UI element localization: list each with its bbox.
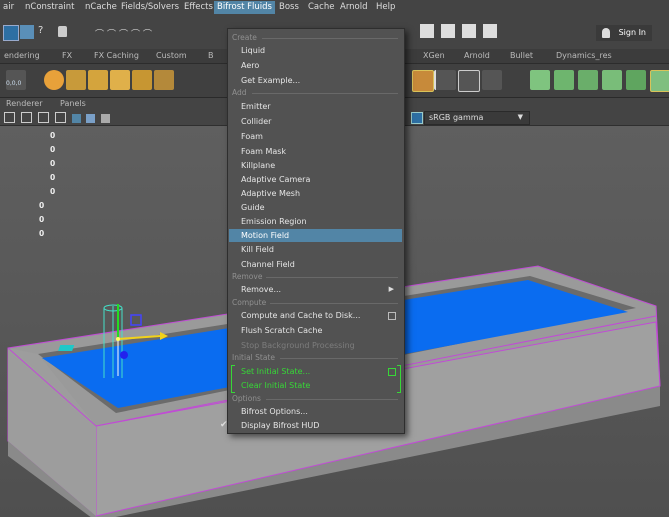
- collider-icon[interactable]: [88, 70, 108, 90]
- bullet-solver-icon[interactable]: [650, 70, 669, 92]
- menu-item-channel-field[interactable]: Channel Field: [229, 258, 402, 271]
- render-icon[interactable]: [20, 25, 34, 39]
- menu-ncache[interactable]: nCache: [82, 1, 120, 14]
- menu-item-guide[interactable]: Guide: [229, 201, 402, 214]
- menu-item-kill-field[interactable]: Kill Field: [229, 243, 402, 256]
- option-box-icon[interactable]: [388, 312, 396, 320]
- panel-tool-icons[interactable]: [4, 112, 214, 123]
- lock-icon[interactable]: [58, 26, 67, 37]
- menu-item-motion-field[interactable]: Motion Field: [229, 229, 402, 242]
- section-compute: Compute: [232, 298, 267, 307]
- submenu-arrow-icon: ▶: [388, 285, 394, 293]
- area-light-icon[interactable]: [458, 70, 480, 92]
- menu-item-get-example[interactable]: Get Example...: [229, 74, 402, 87]
- menu-item-stop-background: Stop Background Processing: [241, 341, 355, 350]
- killplane-icon[interactable]: [132, 70, 152, 90]
- section-options: Options: [232, 394, 261, 403]
- menu-arnold[interactable]: Arnold: [337, 1, 371, 14]
- menu-item-remove[interactable]: Remove... ▶: [229, 283, 402, 296]
- render-view-icons[interactable]: [420, 24, 520, 40]
- sign-in-button[interactable]: Sign In: [596, 25, 652, 41]
- section-initial-state: Initial State: [232, 353, 275, 362]
- vertex-icon[interactable]: 0,0,0: [6, 70, 26, 90]
- bullet-passive-icon[interactable]: [554, 70, 574, 90]
- arnold-render-icon[interactable]: [412, 70, 434, 92]
- sign-in-label: Sign In: [618, 28, 646, 37]
- tab-fx-caching[interactable]: FX Caching: [90, 50, 143, 62]
- panel-menu-renderer[interactable]: Renderer: [2, 98, 47, 110]
- section-add: Add: [232, 88, 247, 97]
- menu-hair[interactable]: air: [0, 1, 17, 14]
- section-create: Create: [232, 33, 257, 42]
- menu-item-killplane[interactable]: Killplane: [229, 159, 402, 172]
- bracket-right-icon: [397, 365, 401, 393]
- menu-help[interactable]: Help: [373, 1, 398, 14]
- menu-item-emitter[interactable]: Emitter: [229, 100, 402, 113]
- light-icon[interactable]: [434, 70, 456, 90]
- guide-icon[interactable]: [154, 70, 174, 90]
- tab-bullet[interactable]: Bullet: [506, 50, 537, 62]
- snap-icons[interactable]: ⌒⌒⌒⌒⌒: [95, 27, 215, 40]
- bracket-left-icon: [231, 365, 235, 393]
- divider: [262, 38, 398, 39]
- color-space-icon[interactable]: [411, 112, 423, 124]
- help-icon[interactable]: ?: [38, 25, 50, 39]
- menu-item-adaptive-camera[interactable]: Adaptive Camera: [229, 173, 402, 186]
- menu-item-compute-cache[interactable]: Compute and Cache to Disk...: [229, 309, 402, 322]
- color-space-value: sRGB gamma: [429, 113, 484, 122]
- menu-item-display-hud-label: Display Bifrost HUD: [241, 421, 320, 430]
- menu-fields-solvers[interactable]: Fields/Solvers: [118, 1, 182, 14]
- tab-b[interactable]: B: [204, 50, 218, 62]
- sky-icon[interactable]: [482, 70, 502, 90]
- menu-item-foam-mask[interactable]: Foam Mask: [229, 145, 402, 158]
- divider: [270, 303, 398, 304]
- menu-item-adaptive-mesh[interactable]: Adaptive Mesh: [229, 187, 402, 200]
- tab-xgen[interactable]: XGen: [419, 50, 449, 62]
- menu-effects[interactable]: Effects: [181, 1, 216, 14]
- section-remove: Remove: [232, 272, 263, 281]
- emitter-icon[interactable]: [66, 70, 86, 90]
- menu-cache[interactable]: Cache: [305, 1, 337, 14]
- menu-item-clear-initial-state[interactable]: Clear Initial State: [229, 379, 402, 392]
- menu-item-liquid[interactable]: Liquid: [229, 44, 402, 57]
- foam-icon[interactable]: [110, 70, 130, 90]
- option-box-icon[interactable]: [388, 368, 396, 376]
- divider: [280, 358, 398, 359]
- bullet-soft-icon[interactable]: [578, 70, 598, 90]
- bullet-rigid-icon[interactable]: [530, 70, 550, 90]
- tab-fx[interactable]: FX: [58, 50, 76, 62]
- divider: [252, 93, 398, 94]
- menu-item-emission-region[interactable]: Emission Region: [229, 215, 402, 228]
- menu-item-display-hud[interactable]: ✔ Display Bifrost HUD: [220, 419, 402, 432]
- color-space-select[interactable]: sRGB gamma ▼: [424, 111, 530, 125]
- bifrost-fluids-menu: Create Liquid Aero Get Example... Add Em…: [220, 28, 405, 434]
- menu-item-set-initial-state-label: Set Initial State...: [241, 367, 311, 376]
- tab-dynamics-res[interactable]: Dynamics_res: [552, 50, 616, 62]
- chevron-down-icon: ▼: [517, 113, 523, 121]
- mode-icon[interactable]: [3, 25, 19, 41]
- menu-item-set-initial-state[interactable]: Set Initial State...: [229, 365, 402, 378]
- user-icon: [602, 28, 610, 38]
- bullet-constraint-icon[interactable]: [602, 70, 622, 90]
- bifrost-liquid-icon[interactable]: [44, 70, 64, 90]
- tab-rendering[interactable]: endering: [0, 50, 44, 62]
- menu-boss[interactable]: Boss: [276, 1, 302, 14]
- menu-item-collider[interactable]: Collider: [229, 115, 402, 128]
- menu-item-remove-label: Remove...: [241, 285, 282, 294]
- menu-item-compute-cache-label: Compute and Cache to Disk...: [241, 311, 361, 320]
- panel-menu-panels[interactable]: Panels: [56, 98, 90, 110]
- menu-item-foam[interactable]: Foam: [229, 130, 402, 143]
- menu-nconstraint[interactable]: nConstraint: [22, 1, 77, 14]
- checkmark-icon: ✔: [220, 420, 228, 430]
- tab-custom[interactable]: Custom: [152, 50, 191, 62]
- main-menubar: air nConstraint nCache Fields/Solvers Ef…: [0, 0, 669, 16]
- menu-item-bifrost-options[interactable]: Bifrost Options...: [229, 405, 402, 418]
- divider: [266, 399, 398, 400]
- menu-bifrost-fluids[interactable]: Bifrost Fluids: [214, 1, 275, 14]
- bullet-ragdoll-icon[interactable]: [626, 70, 646, 90]
- menu-item-flush-scratch[interactable]: Flush Scratch Cache: [229, 324, 402, 337]
- menu-item-aero[interactable]: Aero: [229, 59, 402, 72]
- tab-arnold[interactable]: Arnold: [460, 50, 494, 62]
- divider: [266, 277, 398, 278]
